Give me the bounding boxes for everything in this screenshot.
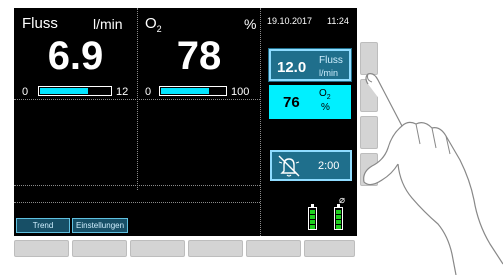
flow-label: Fluss: [22, 15, 58, 32]
battery-icon: [334, 204, 343, 230]
o2-unit: %: [244, 16, 257, 32]
o2-value: 78: [176, 34, 222, 78]
o2-setpoint-unit: %: [321, 102, 330, 113]
alarm-silence-button[interactable]: 2:00: [270, 150, 352, 181]
flow-unit: l/min: [93, 16, 123, 32]
flow-setpoint-value: 12.0: [277, 59, 307, 76]
flow-setpoint-button[interactable]: 12.0 Fluss l/min: [269, 49, 351, 81]
o2-setpoint-button[interactable]: 76 O2 %: [269, 85, 351, 119]
o2-level-bar: [159, 86, 227, 96]
trend-button[interactable]: Trend: [16, 218, 70, 233]
bottom-key-2[interactable]: [72, 240, 127, 257]
flow-level-fill: [40, 88, 88, 94]
o2-level-fill: [161, 88, 210, 94]
divider: [14, 99, 260, 100]
o2-range-max: 100: [231, 86, 250, 98]
o2-setpoint-value: 76: [283, 94, 300, 111]
bottom-key-4[interactable]: [188, 240, 243, 257]
device-screen: Fluss l/min 6.9 0 12 O2 % 78 0 100 19.10…: [14, 8, 357, 236]
divider: [14, 202, 260, 203]
bottom-key-1[interactable]: [14, 240, 69, 257]
bottom-key-5[interactable]: [246, 240, 301, 257]
divider: [260, 8, 261, 236]
bottom-key-3[interactable]: [130, 240, 185, 257]
flow-setpoint-unit: l/min: [319, 68, 339, 78]
divider: [14, 185, 260, 186]
o2-setpoint-label: O2: [319, 88, 331, 101]
alarm-timer: 2:00: [318, 160, 340, 172]
flow-level-bar: [38, 86, 112, 96]
pointing-hand-icon: [363, 73, 503, 275]
time: 11:24: [327, 16, 349, 26]
flow-setpoint-label: Fluss: [319, 55, 343, 66]
bell-muted-icon: [278, 155, 300, 177]
o2-range-min: 0: [145, 86, 152, 98]
o2-label: O2: [145, 15, 162, 34]
flow-range-max: 12: [116, 86, 129, 98]
settings-button[interactable]: Einstellungen: [72, 218, 128, 233]
flow-range-min: 0: [22, 86, 29, 98]
date: 19.10.2017: [267, 16, 313, 26]
flow-value: 6.9: [47, 34, 104, 78]
bottom-key-6[interactable]: [304, 240, 355, 257]
battery-icon: [308, 204, 317, 230]
